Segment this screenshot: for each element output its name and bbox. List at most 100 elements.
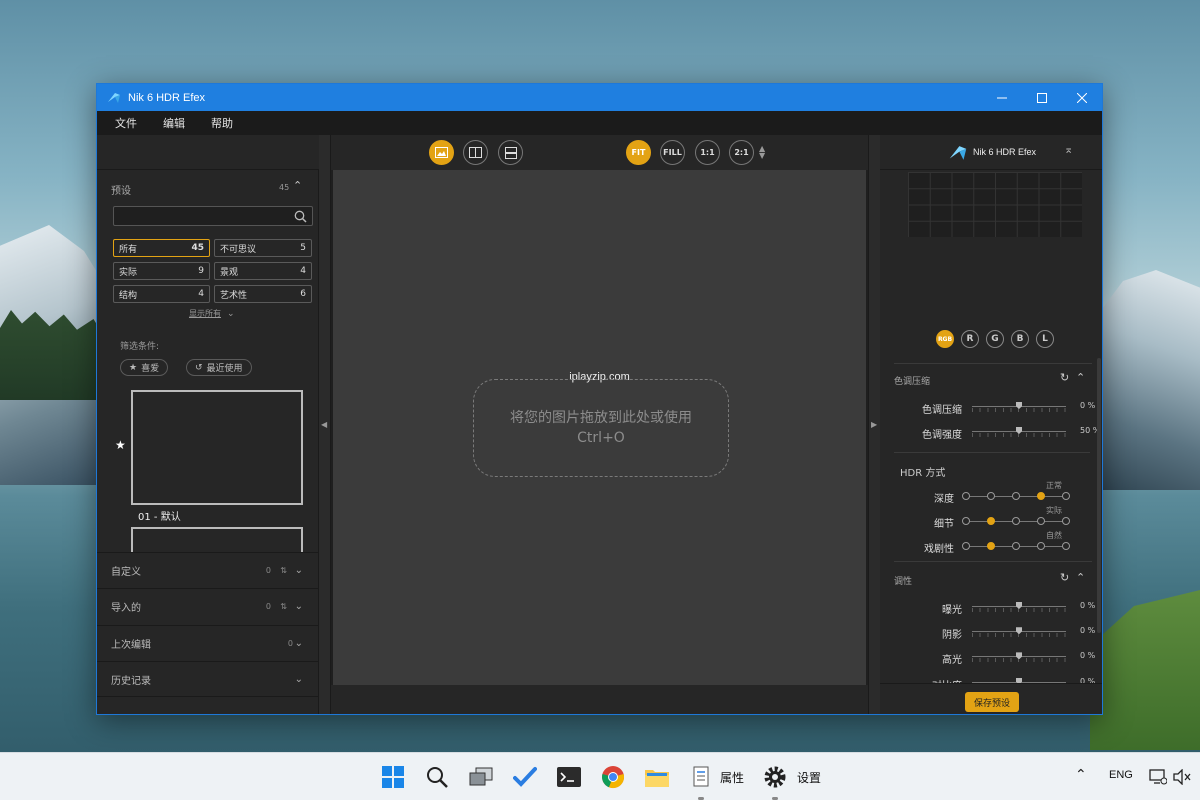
zoom-2-1-button[interactable]: 2:1 (729, 140, 754, 165)
save-preset-button[interactable]: 保存预设 (965, 692, 1019, 712)
search-button[interactable] (425, 765, 449, 789)
collapse-left-panel-handle[interactable]: ◀ (319, 135, 331, 714)
search-icon[interactable] (294, 210, 307, 223)
section-last-edit-label: 上次编辑 (111, 640, 151, 651)
collapse-right-panel-handle[interactable]: ▶ (868, 135, 880, 714)
chevron-up-icon[interactable]: ⌃ (1076, 571, 1085, 584)
preset-thumbnail[interactable] (131, 390, 303, 505)
show-all-toggle[interactable]: 显示所有 ⌄ (189, 308, 235, 319)
hdr-option-dot[interactable] (1037, 542, 1045, 550)
compare-icon (504, 146, 517, 159)
drop-zone-text: 将您的图片拖放到此处或使用 (510, 410, 692, 426)
history-icon: ↺ (195, 362, 203, 373)
tone-section-title: 色调压缩 (894, 377, 931, 387)
section-custom[interactable]: 自定义 0 ⇅ ⌄ (97, 552, 319, 588)
hdr-hint-label: 实际 (1046, 506, 1062, 515)
hdr-option-dot[interactable] (962, 517, 970, 525)
minimize-button[interactable] (982, 84, 1022, 111)
zoom-stepper-icon[interactable]: ▲ ▼ (759, 145, 765, 160)
properties-button[interactable] (689, 765, 713, 789)
hdr-option-dot[interactable] (1012, 542, 1020, 550)
hdr-method-row: 深度 正常 (880, 481, 1102, 506)
sort-icon: ⇅ (280, 602, 287, 611)
hdr-option-dot[interactable] (1012, 492, 1020, 500)
menu-file[interactable]: 文件 (105, 115, 147, 131)
hdr-method-label: 细节 (934, 519, 954, 530)
section-last-edit[interactable]: 上次编辑 0 ⌄ (97, 625, 319, 661)
start-button[interactable] (381, 765, 405, 789)
settings-button[interactable] (763, 765, 787, 789)
category-surreal[interactable]: 不可思议 5 (214, 239, 312, 257)
split-view-icon (469, 147, 482, 158)
category-landscape[interactable]: 景观 4 (214, 262, 312, 280)
collapse-presets-chevron-up-icon[interactable]: ⌃ (293, 179, 302, 192)
title-bar[interactable]: Nik 6 HDR Efex (97, 84, 1102, 111)
close-button[interactable] (1062, 84, 1102, 111)
channel-g-button[interactable]: G (986, 330, 1004, 348)
chrome-button[interactable] (601, 765, 625, 789)
show-hidden-icons-chevron-up-icon[interactable]: ⌃ (1075, 767, 1087, 783)
filter-favorites-chip[interactable]: ★ 喜爱 (120, 359, 169, 376)
taskbar: 属性 设置 ⌃ ENG (0, 752, 1200, 800)
zoom-fit-button[interactable]: FIT (626, 140, 651, 165)
slider-label: 色调强度 (922, 430, 962, 441)
category-realistic-label: 实际 (119, 267, 138, 278)
menu-help[interactable]: 帮助 (201, 115, 243, 131)
hdr-option-dot[interactable] (1037, 492, 1045, 500)
single-view-button[interactable] (429, 140, 454, 165)
preset-search-input[interactable] (114, 207, 289, 225)
hdr-option-dot[interactable] (1012, 517, 1020, 525)
app-logo-icon (108, 92, 120, 103)
todo-app-button[interactable] (513, 765, 537, 789)
menu-edit[interactable]: 编辑 (153, 115, 195, 131)
hdr-option-dot[interactable] (962, 542, 970, 550)
channel-l-button[interactable]: L (1036, 330, 1054, 348)
reset-icon[interactable]: ↻ (1060, 571, 1069, 584)
reset-icon[interactable]: ↻ (1060, 371, 1069, 384)
hdr-option-dot[interactable] (1062, 492, 1070, 500)
category-artistic[interactable]: 艺术性 6 (214, 285, 312, 303)
hdr-option-dot[interactable] (962, 492, 970, 500)
terminal-button[interactable] (557, 765, 581, 789)
section-imported[interactable]: 导入的 0 ⇅ ⌄ (97, 588, 319, 624)
wallpaper-trees (0, 310, 110, 400)
hdr-option-dot[interactable] (1062, 517, 1070, 525)
terminal-icon (557, 767, 581, 787)
chevron-up-icon[interactable]: ⌃ (1076, 371, 1085, 384)
divider (894, 561, 1092, 562)
hdr-option-dot[interactable] (987, 517, 995, 525)
maximize-button[interactable] (1022, 84, 1062, 111)
task-view-button[interactable] (469, 765, 493, 789)
settings-label[interactable]: 设置 (797, 769, 821, 786)
filter-recent-chip[interactable]: ↺ 最近使用 (186, 359, 252, 376)
zoom-1-1-button[interactable]: 1:1 (695, 140, 720, 165)
channel-r-button[interactable]: R (961, 330, 979, 348)
drop-zone[interactable]: 将您的图片拖放到此处或使用 Ctrl+O (473, 379, 729, 477)
properties-label[interactable]: 属性 (720, 769, 744, 786)
hdr-option-dot[interactable] (1037, 517, 1045, 525)
category-all[interactable]: 所有 45 (113, 239, 210, 257)
histogram (908, 172, 1082, 237)
zoom-fill-button[interactable]: FILL (660, 140, 685, 165)
language-indicator[interactable]: ENG (1109, 769, 1133, 781)
hdr-option-dot[interactable] (1062, 542, 1070, 550)
window-title: Nik 6 HDR Efex (128, 91, 206, 104)
volume-button[interactable] (1172, 765, 1192, 789)
channel-b-button[interactable]: B (1011, 330, 1029, 348)
favorite-star-icon[interactable]: ★ (115, 438, 126, 452)
category-realistic[interactable]: 实际 9 (113, 262, 210, 280)
channel-rgb-button[interactable]: RGB (936, 330, 954, 348)
network-button[interactable] (1148, 765, 1168, 789)
file-explorer-button[interactable] (645, 765, 669, 789)
panel-scrollbar[interactable] (1097, 358, 1101, 633)
split-view-button[interactable] (463, 140, 488, 165)
section-history[interactable]: 历史记录 ⌄ (97, 661, 319, 697)
preset-thumbnail-next[interactable] (131, 527, 303, 552)
chevron-down-icon: ⌄ (294, 638, 303, 649)
hdr-option-dot[interactable] (987, 492, 995, 500)
hdr-option-dot[interactable] (987, 542, 995, 550)
image-canvas[interactable]: iplayzip.com 将您的图片拖放到此处或使用 Ctrl+O (333, 170, 866, 685)
side-by-side-button[interactable] (498, 140, 523, 165)
category-structure[interactable]: 结构 4 (113, 285, 210, 303)
collapse-panel-icon[interactable]: ⌅ (1064, 143, 1073, 156)
